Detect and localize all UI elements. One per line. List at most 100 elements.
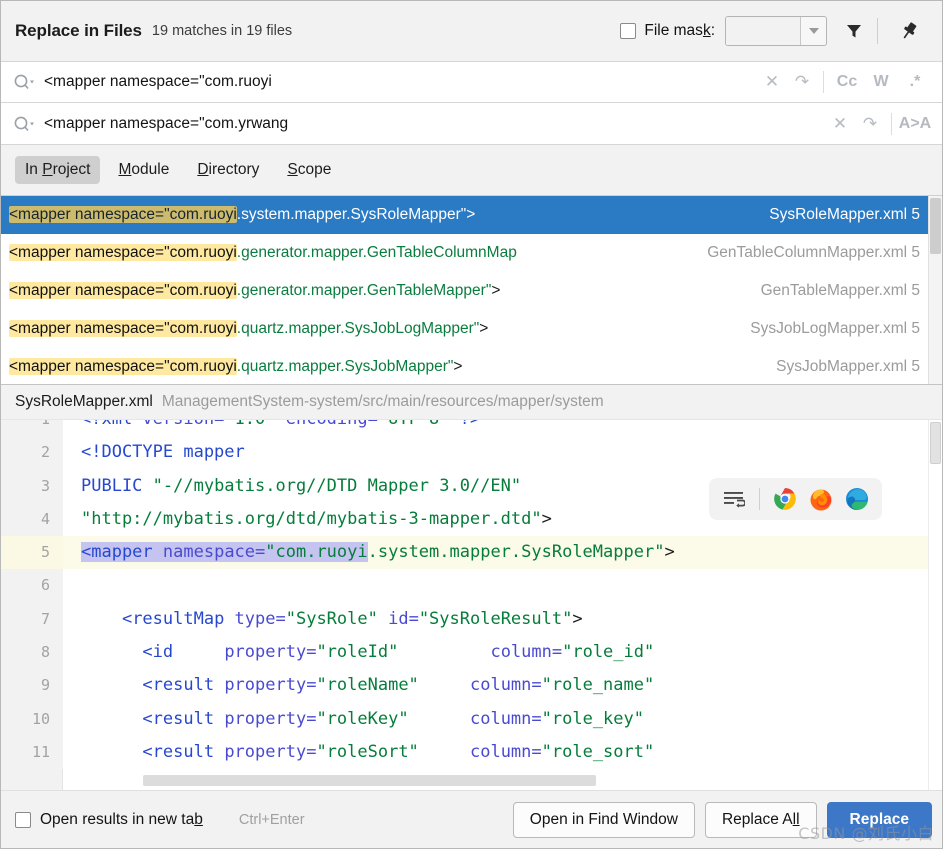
result-file-count: 5 [911, 206, 920, 223]
table-row[interactable]: <mapper namespace="com.ruoyi.quartz.mapp… [1, 310, 942, 348]
match-highlight: <mapper namespace="com.ruoyi [9, 320, 237, 337]
result-tail: .quartz.mapper.SysJobMapper" [236, 358, 454, 375]
code-line: 8 <id property="roleId" column="role_id" [1, 636, 942, 670]
replace-in-files-dialog: Replace in Files 19 matches in 19 files … [0, 0, 943, 849]
file-mask-input[interactable] [726, 17, 800, 45]
preview-file-name: SysRoleMapper.xml [15, 393, 153, 410]
result-file: GenTableColumnMapper.xml 5 [693, 244, 920, 262]
result-file-name: SysJobMapper.xml [776, 358, 908, 375]
replace-actions: ✕ ↷ A˃A [825, 108, 932, 140]
find-row[interactable]: <mapper namespace="com.ruoyi ✕ ↷ Cc W .* [1, 61, 942, 103]
browser-preview-toolbar[interactable] [709, 478, 882, 520]
dialog-title: Replace in Files [15, 21, 142, 40]
header-separator [877, 18, 878, 44]
line-number: 8 [1, 636, 63, 670]
header-controls: File mask: [620, 12, 928, 50]
chevron-down-icon [808, 28, 819, 34]
find-input[interactable]: <mapper namespace="com.ruoyi [44, 73, 757, 91]
result-text: <mapper namespace="com.ruoyi.system.mapp… [9, 206, 475, 224]
result-file: SysJobMapper.xml 5 [762, 358, 920, 376]
result-text: <mapper namespace="com.ruoyi.quartz.mapp… [9, 320, 488, 338]
line-content: "http://mybatis.org/dtd/mybatis-3-mapper… [81, 508, 552, 529]
replace-all-button[interactable]: Replace All [704, 801, 817, 838]
line5-punct: > [664, 542, 675, 563]
editor-scrollbar-thumb[interactable] [930, 422, 941, 464]
line5-attr: namespace= [162, 542, 266, 563]
regex-toggle[interactable]: .* [898, 66, 932, 98]
line-number: 9 [1, 669, 63, 703]
line-content: <mapper namespace="com.ruoyi.system.mapp… [63, 536, 675, 569]
open-in-find-window-button[interactable]: Open in Find Window [512, 801, 695, 838]
replace-row[interactable]: <mapper namespace="com.yrwang ✕ ↷ A˃A [1, 103, 942, 145]
result-tail: .generator.mapper.GenTableColumnMap [236, 244, 517, 261]
clear-find-icon[interactable]: ✕ [757, 66, 787, 98]
pin-button[interactable] [890, 12, 928, 50]
replace-search-icon[interactable] [13, 115, 35, 133]
result-tail: .generator.mapper.GenTableMapper" [236, 282, 492, 299]
result-file: SysJobLogMapper.xml 5 [736, 320, 920, 338]
chrome-icon[interactable] [772, 486, 798, 512]
line-content: <!DOCTYPE mapper [81, 442, 245, 463]
result-tail-punct: > [479, 320, 489, 337]
code-line: 2 <!DOCTYPE mapper [1, 436, 942, 470]
result-tail-punct: > [466, 206, 476, 223]
line5-string-head: "com.ruoyi [265, 542, 368, 563]
code-line: 6 [1, 569, 942, 603]
find-newline-icon[interactable]: ↷ [787, 66, 817, 98]
code-preview[interactable]: 1 <?xml version="1.0" encoding="UTF-8" ?… [1, 419, 942, 790]
table-row[interactable]: <mapper namespace="com.ruoyi.generator.m… [1, 234, 942, 272]
results-scrollbar[interactable] [928, 196, 942, 384]
edge-icon[interactable] [844, 486, 870, 512]
results-list[interactable]: <mapper namespace="com.ruoyi.system.mapp… [1, 195, 942, 385]
result-file: SysRoleMapper.xml 5 [755, 206, 920, 224]
result-file-name: GenTableColumnMapper.xml [707, 244, 908, 261]
file-mask-dropdown-arrow[interactable] [800, 17, 826, 45]
scope-tab-scope[interactable]: Scope [277, 156, 341, 184]
line-number: 7 [1, 602, 63, 637]
line-number: 6 [1, 569, 63, 603]
editor-hscrollbar[interactable] [63, 774, 928, 790]
line-content: <result property="roleSort" column="role… [142, 741, 655, 762]
scope-tab-in-project[interactable]: In Project [15, 156, 101, 184]
preserve-case-toggle[interactable]: A˃A [898, 108, 932, 140]
open-results-new-tab-checkbox[interactable] [15, 811, 31, 828]
soft-wrap-icon[interactable] [721, 486, 747, 512]
result-file-name: SysJobLogMapper.xml [750, 320, 908, 337]
scope-tab-directory[interactable]: Directory [187, 156, 269, 184]
editor-hscrollbar-thumb[interactable] [143, 775, 596, 786]
match-case-toggle[interactable]: Cc [830, 66, 864, 98]
scope-tab-module[interactable]: Module [108, 156, 179, 184]
editor-scrollbar[interactable] [928, 420, 942, 790]
file-mask-checkbox[interactable] [620, 23, 637, 39]
shortcut-hint: Ctrl+Enter [238, 811, 305, 828]
result-tail-punct: > [491, 282, 501, 299]
filter-button[interactable] [835, 12, 873, 50]
clear-replace-icon[interactable]: ✕ [825, 108, 855, 140]
results-scrollbar-thumb[interactable] [930, 198, 941, 254]
search-icon[interactable] [13, 73, 35, 91]
replace-newline-icon[interactable]: ↷ [855, 108, 885, 140]
whole-words-toggle[interactable]: W [864, 66, 898, 98]
code-line: 9 <result property="roleName" column="ro… [1, 669, 942, 703]
match-highlight: <mapper namespace="com.ruoyi [9, 358, 237, 375]
line-content: <result property="roleName" column="role… [142, 675, 655, 696]
result-file: GenTableMapper.xml 5 [747, 282, 920, 300]
result-file-name: SysRoleMapper.xml [769, 206, 908, 223]
table-row[interactable]: <mapper namespace="com.ruoyi.system.mapp… [1, 196, 942, 234]
browser-bar-separator [759, 488, 760, 510]
result-tail: .quartz.mapper.SysJobLogMapper" [236, 320, 480, 337]
line-number: 11 [1, 735, 63, 770]
table-row[interactable]: <mapper namespace="com.ruoyi.quartz.mapp… [1, 348, 942, 384]
code-line: 1 <?xml version="1.0" encoding="UTF-8" ?… [1, 420, 942, 437]
result-file-count: 5 [911, 320, 920, 337]
dialog-footer: Open results in new tab Ctrl+Enter Open … [1, 790, 942, 848]
replace-button[interactable]: Replace [826, 801, 932, 838]
code-line: 7 <resultMap type="SysRole" id="SysRoleR… [1, 602, 942, 637]
replace-input[interactable]: <mapper namespace="com.yrwang [44, 115, 825, 133]
line-content: <id property="roleId" column="role_id" [142, 642, 655, 663]
line5-string-rest: .system.mapper.SysRoleMapper" [367, 542, 665, 563]
table-row[interactable]: <mapper namespace="com.ruoyi.generator.m… [1, 272, 942, 310]
firefox-icon[interactable] [808, 486, 834, 512]
file-mask-combobox[interactable] [725, 16, 827, 46]
code-line-current: 5 <mapper namespace="com.ruoyi.system.ma… [1, 536, 942, 570]
